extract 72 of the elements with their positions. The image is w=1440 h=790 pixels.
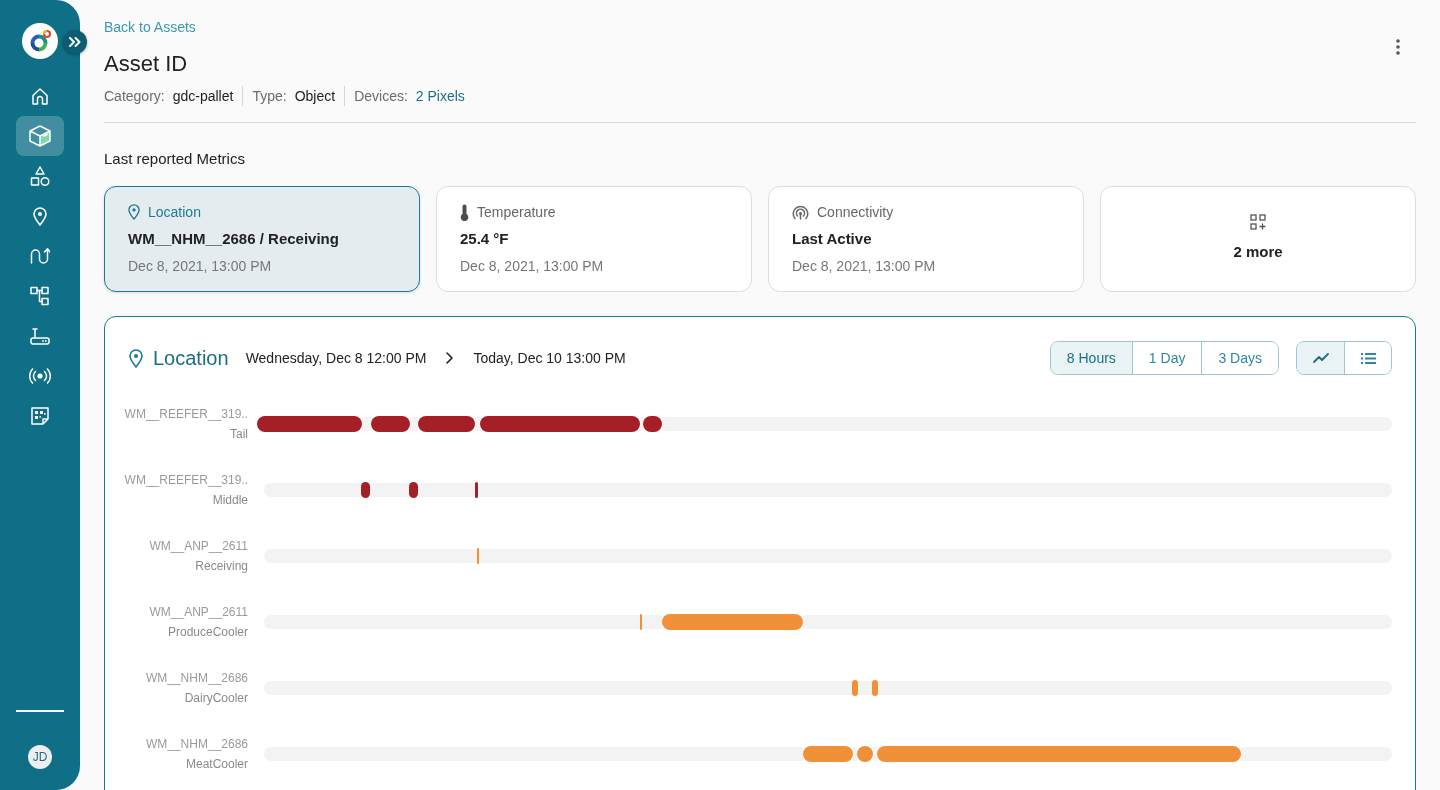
metric-card[interactable]: Temperature 25.4 °F Dec 8, 2021, 13:00 PM bbox=[436, 186, 752, 292]
timeline-track bbox=[873, 747, 877, 761]
device-label: WM__ANP__2611 bbox=[149, 604, 248, 621]
more-metrics-card[interactable]: 2 more bbox=[1100, 186, 1416, 292]
map-pin-icon bbox=[129, 348, 143, 368]
chart-view-button[interactable] bbox=[1297, 342, 1344, 374]
metric-value: 25.4 °F bbox=[460, 229, 509, 249]
route-icon bbox=[30, 247, 50, 265]
metric-card[interactable]: Connectivity Last Active Dec 8, 2021, 13:00 PM bbox=[768, 186, 1084, 292]
zone-label: MeatCooler bbox=[185, 756, 248, 773]
hierarchy-icon bbox=[30, 286, 50, 306]
meta-value: gdc-pallet bbox=[172, 87, 234, 106]
timeline-track bbox=[362, 417, 371, 431]
device-label: WM__REEFER__319.. bbox=[124, 406, 248, 423]
device-label: WM__ANP__2611 bbox=[149, 538, 248, 555]
zone-label: Tail bbox=[230, 426, 248, 443]
logo-icon bbox=[22, 23, 58, 59]
metric-time: Dec 8, 2021, 13:00 PM bbox=[792, 257, 936, 276]
back-link[interactable]: Back to Assets bbox=[104, 17, 196, 37]
range-start: Wednesday, Dec 8 12:00 PM bbox=[245, 350, 427, 366]
list-view-button[interactable] bbox=[1344, 342, 1391, 374]
user-avatar[interactable]: JD bbox=[28, 745, 52, 769]
timeline-track bbox=[410, 417, 418, 431]
line-chart-icon bbox=[1312, 353, 1329, 363]
chevron-right-icon bbox=[446, 352, 454, 364]
thermometer-icon bbox=[460, 203, 469, 221]
metric-label: Temperature bbox=[477, 203, 556, 222]
panel-title: Location bbox=[153, 346, 229, 370]
zone-label: Receiving bbox=[195, 558, 248, 575]
map-pin-icon bbox=[128, 204, 140, 220]
devices-link[interactable]: 2 Pixels bbox=[415, 86, 465, 106]
device-label: WM__NHM__2686 bbox=[145, 736, 248, 753]
broadcast-icon bbox=[29, 368, 51, 384]
meta-label: Type: bbox=[252, 87, 287, 106]
metric-time: Dec 8, 2021, 13:00 PM bbox=[460, 257, 604, 276]
metric-label: Connectivity bbox=[817, 203, 894, 222]
nav-item[interactable] bbox=[16, 116, 64, 156]
metric-card[interactable]: Location WM__NHM__2686 / Receiving Dec 8, 2021, 13:00 PM bbox=[104, 186, 420, 292]
zone-label: Middle bbox=[212, 492, 248, 509]
metric-value: Last Active bbox=[792, 229, 872, 249]
qr-code-icon bbox=[31, 407, 49, 425]
device-label: WM__NHM__2686 bbox=[145, 670, 248, 687]
more-options-button[interactable] bbox=[1396, 39, 1400, 55]
double-chevron-icon bbox=[69, 37, 81, 47]
more-metrics-label: 2 more bbox=[1233, 241, 1283, 262]
expand-button[interactable] bbox=[63, 30, 87, 54]
range-end: Today, Dec 10 13:00 PM bbox=[473, 350, 626, 366]
metric-label: Location bbox=[148, 203, 201, 222]
timeline-track bbox=[853, 747, 857, 761]
timeline-track bbox=[475, 417, 480, 431]
meta-label: Devices: bbox=[354, 87, 408, 106]
zone-label: DairyCooler bbox=[184, 690, 248, 707]
meta-value: Object bbox=[294, 87, 336, 106]
meta-label: Category: bbox=[104, 87, 165, 106]
zone-label: ProduceCooler bbox=[167, 624, 248, 641]
home-icon bbox=[32, 87, 48, 105]
metric-value: WM__NHM__2686 / Receiving bbox=[128, 229, 339, 249]
page-title: Asset ID bbox=[104, 50, 188, 78]
metric-time: Dec 8, 2021, 13:00 PM bbox=[128, 257, 272, 276]
device-label: WM__REEFER__319.. bbox=[124, 472, 248, 489]
grid-plus-icon bbox=[1250, 213, 1266, 230]
period-tab[interactable]: 3 Days bbox=[1201, 342, 1278, 374]
more-options-icon bbox=[1396, 39, 1400, 55]
router-icon bbox=[30, 326, 50, 346]
shapes-icon bbox=[30, 166, 50, 186]
timeline-track bbox=[640, 417, 643, 431]
signal-icon bbox=[792, 204, 809, 220]
section-title: Last reported Metrics bbox=[104, 149, 245, 169]
cube-icon bbox=[29, 125, 51, 147]
period-tab[interactable]: 8 Hours bbox=[1050, 342, 1132, 374]
list-icon bbox=[1360, 352, 1376, 364]
map-pin-icon bbox=[33, 206, 47, 226]
